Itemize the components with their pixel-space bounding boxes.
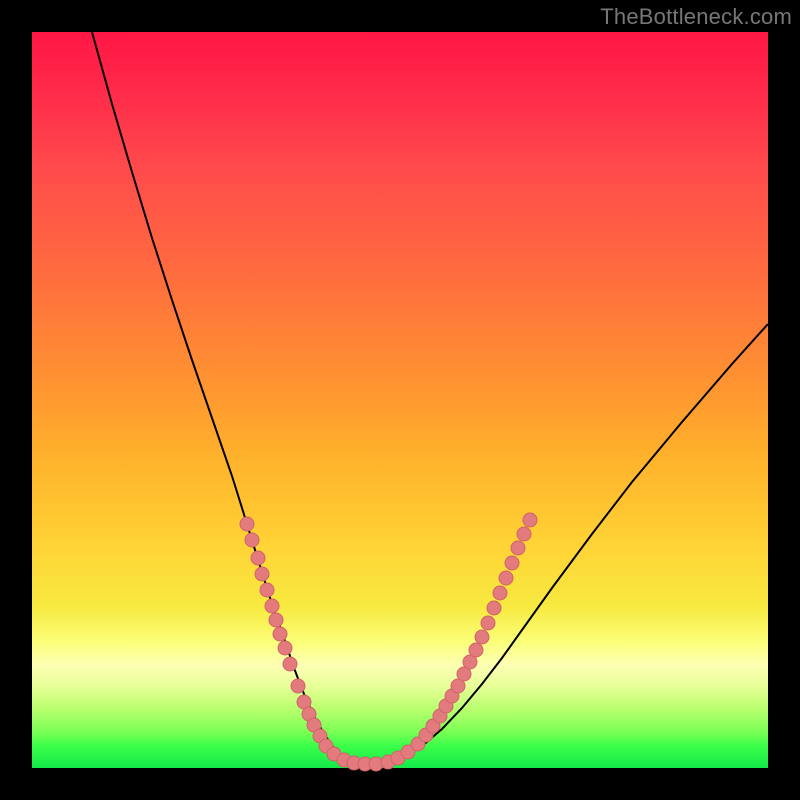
bottleneck-curve [92, 32, 768, 764]
curve-dot [260, 583, 274, 597]
curve-dot [273, 627, 287, 641]
curve-dot [251, 551, 265, 565]
curve-dot [505, 556, 519, 570]
curve-dot [481, 616, 495, 630]
curve-dot [493, 586, 507, 600]
chart-frame: TheBottleneck.com [0, 0, 800, 800]
curve-dot [278, 641, 292, 655]
curve-dot [291, 679, 305, 693]
curve-dot [469, 643, 483, 657]
curve-dot [487, 601, 501, 615]
curve-dot [269, 613, 283, 627]
curve-dot [245, 533, 259, 547]
curve-dot [523, 513, 537, 527]
watermark-text: TheBottleneck.com [600, 4, 792, 30]
curve-dot [255, 567, 269, 581]
curve-dot [265, 599, 279, 613]
curve-dot-group [240, 513, 537, 771]
curve-dot [240, 517, 254, 531]
chart-svg [32, 32, 768, 768]
curve-dot [499, 571, 513, 585]
curve-dot [475, 630, 489, 644]
curve-dot [511, 541, 525, 555]
curve-dot [517, 527, 531, 541]
curve-dot [283, 657, 297, 671]
